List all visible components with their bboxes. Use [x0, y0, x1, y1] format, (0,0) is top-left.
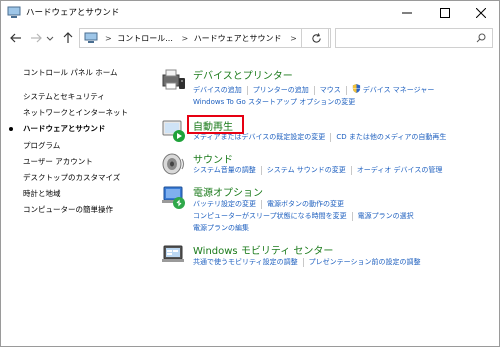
power-links-row1: バッテリ設定の変更 電源ボタンの動作の変更 [193, 199, 344, 209]
active-bullet [9, 127, 13, 131]
power-links-row2: コンピューターがスリープ状態になる時間を変更 電源プランの選択 [193, 211, 414, 221]
recent-dropdown-icon[interactable] [46, 31, 54, 45]
address-bar[interactable]: > コントロール... > ハードウェアとサウンド > [79, 28, 372, 48]
devices-printers-title[interactable]: デバイスとプリンター [193, 67, 293, 82]
uac-shield-icon [352, 84, 360, 93]
link-change-system-sounds[interactable]: システム サウンドの変更 [267, 166, 346, 174]
link-manage-audio-devices[interactable]: オーディオ デバイスの管理 [357, 166, 443, 174]
control-panel-app-icon [7, 6, 21, 18]
devices-links-row2: Windows To Go スタートアップ オプションの変更 [193, 97, 355, 107]
sound-links-row1: システム音量の調整 システム サウンドの変更 オーディオ デバイスの管理 [193, 165, 442, 175]
mobility-links-row1: 共通で使うモビリティ設定の調整 プレゼンテーション前の設定の調整 [193, 257, 420, 267]
title-bar: ハードウェアとサウンド [1, 1, 499, 25]
nav-clock-region[interactable]: 時計と地域 [23, 188, 61, 199]
link-device-manager[interactable]: デバイス マネージャー [363, 86, 435, 94]
nav-user-accounts[interactable]: ユーザー アカウント [23, 156, 93, 167]
close-button[interactable] [463, 1, 499, 25]
link-adjust-volume[interactable]: システム音量の調整 [193, 166, 256, 174]
maximize-button[interactable] [427, 1, 463, 25]
nav-hardware-sound[interactable]: ハードウェアとサウンド [23, 123, 105, 134]
link-choose-power-plan[interactable]: 電源プランの選択 [358, 212, 414, 220]
up-arrow-icon[interactable] [61, 31, 75, 45]
link-cd-autoplay[interactable]: CD または他のメディアの自動再生 [336, 133, 446, 141]
link-mouse[interactable]: マウス [320, 86, 341, 94]
mobility-center-icon [162, 245, 184, 262]
address-row: > コントロール... > ハードウェアとサウンド > [1, 25, 499, 51]
refresh-button[interactable] [301, 28, 331, 48]
devices-printers-icon [162, 69, 185, 90]
nav-programs[interactable]: プログラム [23, 140, 60, 151]
link-add-printer[interactable]: プリンターの追加 [253, 86, 309, 94]
control-panel-icon [84, 32, 98, 43]
nav-system-security[interactable]: システムとセキュリティ [23, 91, 105, 102]
link-change-media-defaults[interactable]: メディアまたはデバイスの既定設定の変更 [193, 133, 325, 141]
maximize-icon [440, 8, 450, 18]
close-icon [476, 8, 486, 18]
nav-network-internet[interactable]: ネットワークとインターネット [23, 107, 128, 118]
sound-title[interactable]: サウンド [193, 151, 233, 166]
breadcrumb-separator: > [105, 34, 112, 43]
forward-arrow-icon[interactable] [29, 31, 43, 45]
minimize-icon [402, 12, 412, 14]
power-options-title[interactable]: 電源オプション [193, 184, 263, 199]
link-battery-settings[interactable]: バッテリ設定の変更 [193, 200, 256, 208]
search-icon [476, 33, 486, 43]
search-input[interactable] [335, 28, 493, 48]
breadcrumb-separator: > [181, 34, 189, 43]
refresh-icon [311, 32, 321, 43]
devices-links-row1: デバイスの追加 プリンターの追加 マウス デバイス マネージャー [193, 84, 434, 95]
link-edit-power-plan[interactable]: 電源プランの編集 [193, 224, 249, 232]
autoplay-highlight-box [187, 115, 244, 134]
power-options-icon [162, 186, 185, 209]
link-add-device[interactable]: デバイスの追加 [193, 86, 242, 94]
control-panel-window: ハードウェアとサウンド > コントロール... > ハードウェアとサウンド > … [0, 0, 500, 347]
window-title: ハードウェアとサウンド [26, 8, 120, 18]
breadcrumb-separator: > [290, 34, 297, 43]
speaker-icon [162, 153, 185, 175]
power-links-row3: 電源プランの編集 [193, 223, 249, 233]
link-presentation-settings[interactable]: プレゼンテーション前の設定の調整 [309, 258, 421, 266]
nav-desktop-customization[interactable]: デスクトップのカスタマイズ [23, 172, 120, 183]
mobility-center-title[interactable]: Windows モビリティ センター [193, 242, 333, 257]
breadcrumb-control-panel[interactable]: コントロール... [117, 34, 173, 43]
nav-control-panel-home[interactable]: コントロール パネル ホーム [23, 67, 118, 78]
breadcrumb: > コントロール... > ハードウェアとサウンド > [102, 33, 300, 44]
minimize-button[interactable] [389, 1, 425, 25]
link-windows-to-go[interactable]: Windows To Go スタートアップ オプションの変更 [193, 98, 355, 106]
link-power-button-action[interactable]: 電源ボタンの動作の変更 [267, 200, 344, 208]
link-mobility-settings[interactable]: 共通で使うモビリティ設定の調整 [193, 258, 298, 266]
breadcrumb-hardware-sound[interactable]: ハードウェアとサウンド [194, 34, 282, 43]
nav-ease-of-access[interactable]: コンピューターの簡単操作 [23, 204, 113, 215]
link-sleep-time[interactable]: コンピューターがスリープ状態になる時間を変更 [193, 212, 347, 220]
autoplay-icon [162, 120, 185, 142]
back-arrow-icon[interactable] [9, 31, 23, 45]
